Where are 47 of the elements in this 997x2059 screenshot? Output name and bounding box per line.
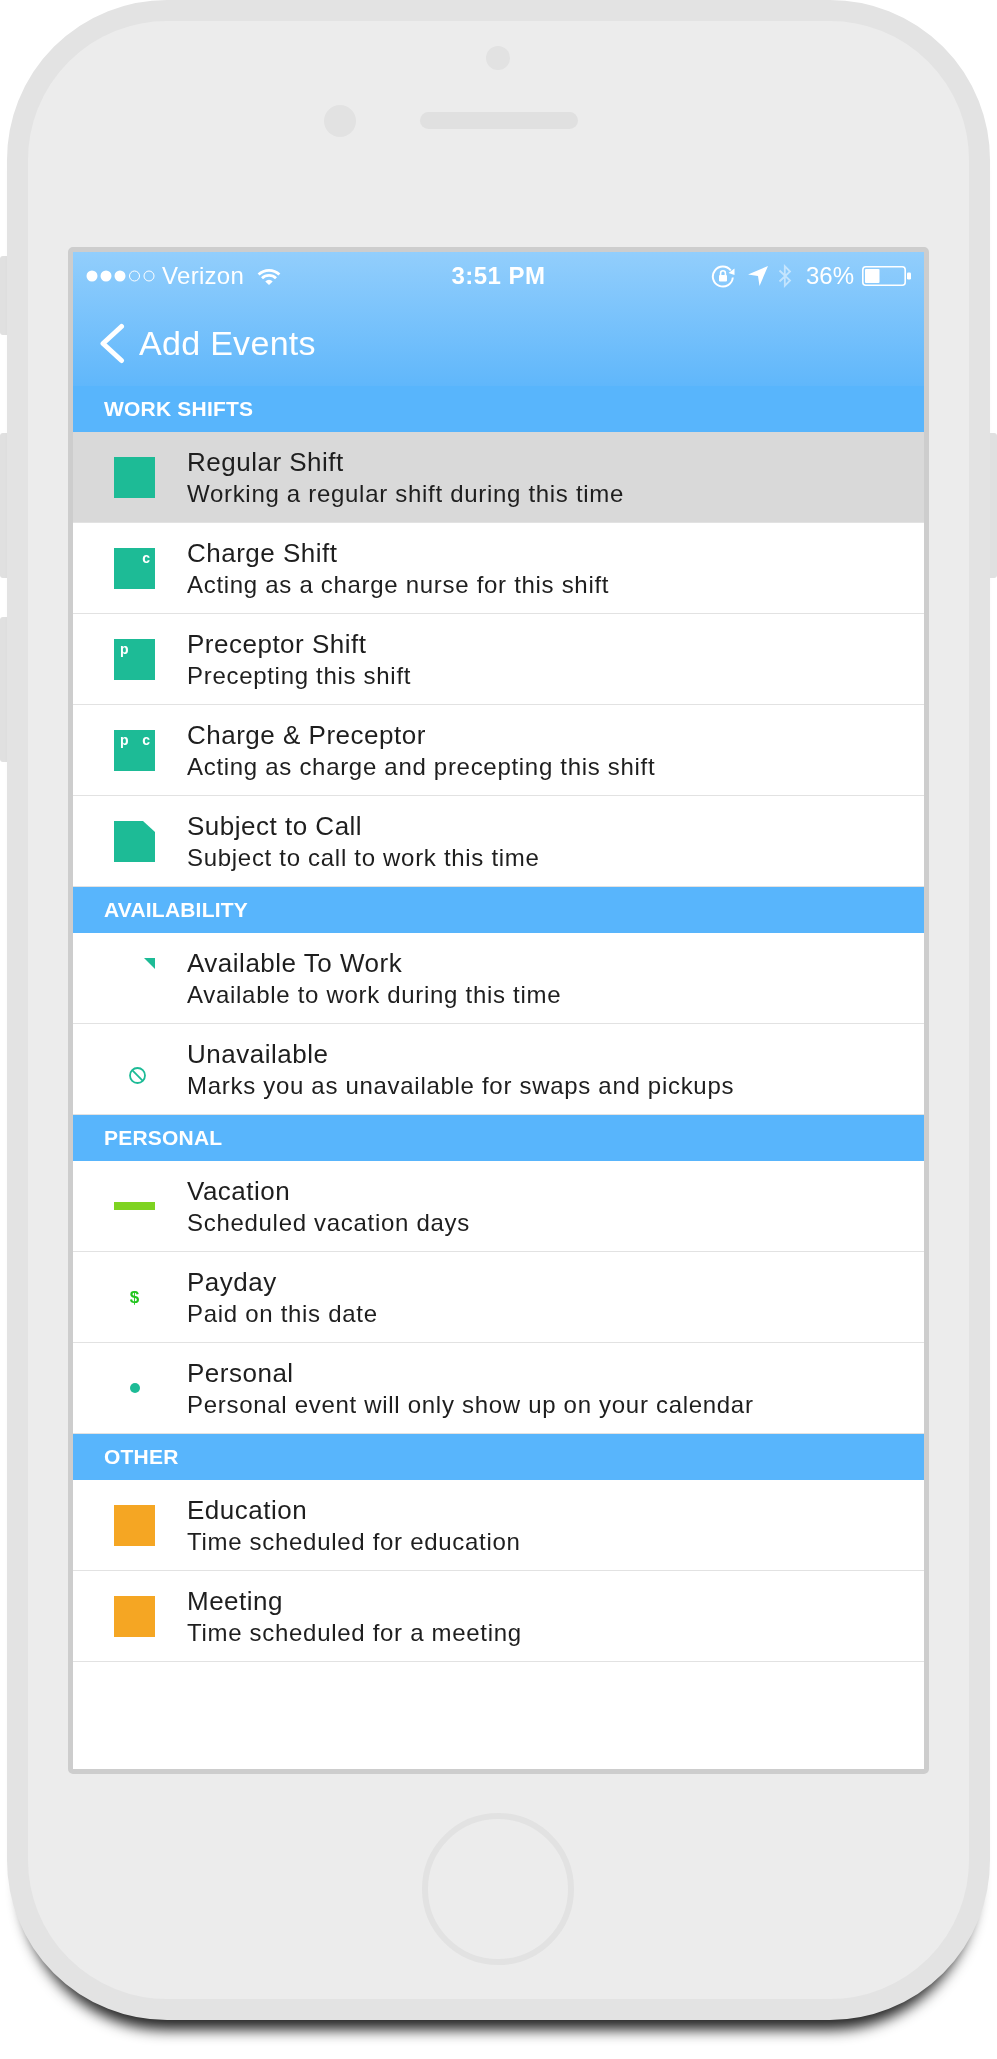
event-description: Precepting this shift (187, 660, 412, 691)
event-title: Education (187, 1493, 309, 1526)
section-header: WORK SHIFTS (73, 386, 924, 432)
section-header: OTHER (73, 1434, 924, 1480)
event-title: Meeting (187, 1584, 284, 1617)
event-title: Unavailable (187, 1037, 330, 1070)
side-button[interactable] (0, 433, 7, 578)
event-title: Subject to Call (187, 809, 364, 842)
clock-time: 3:51 PM (451, 262, 546, 290)
carrier-name: Verizon (162, 262, 245, 290)
letter-square-icon: p (114, 638, 155, 680)
event-description: Personal event will only show up on your calendar (187, 1389, 754, 1420)
chevron-left-icon (98, 322, 125, 364)
letter-square-icon: c (114, 547, 155, 589)
event-description: Marks you as unavailable for swaps and pickups (187, 1070, 735, 1101)
section-header: AVAILABILITY (73, 887, 924, 933)
list-item[interactable]: Regular Shift Working a regular shift during this time (73, 432, 924, 523)
event-description: Scheduled vacation days (187, 1207, 470, 1238)
event-title: Personal (187, 1356, 295, 1389)
battery-icon (862, 266, 911, 286)
event-title: Charge Shift (187, 536, 339, 569)
event-description: Acting as a charge nurse for this shift (187, 569, 610, 600)
side-button[interactable] (990, 433, 997, 578)
bluetooth-icon (777, 264, 792, 288)
dollar-icon: $ (129, 1288, 140, 1306)
event-description: Available to work during this time (187, 979, 562, 1010)
event-description: Acting as charge and precepting this shift (187, 751, 656, 782)
signal-strength-icon (86, 270, 155, 282)
event-description: Time scheduled for education (187, 1526, 521, 1557)
location-arrow-icon (747, 266, 768, 286)
event-title: Vacation (187, 1174, 292, 1207)
side-button[interactable] (0, 617, 7, 762)
event-title: Regular Shift (187, 445, 345, 478)
event-description: Paid on this date (187, 1298, 378, 1329)
event-description: Time scheduled for a meeting (187, 1617, 522, 1648)
event-description: Subject to call to work this time (187, 842, 540, 873)
section-header: PERSONAL (73, 1115, 924, 1161)
event-description: Working a regular shift during this time (187, 478, 625, 509)
event-title: Preceptor Shift (187, 627, 368, 660)
battery-percentage: 36% (805, 262, 854, 290)
wifi-icon (257, 267, 282, 285)
event-title: Charge & Preceptor (187, 718, 427, 751)
side-button[interactable] (0, 256, 7, 335)
rotation-lock-icon (710, 264, 735, 288)
event-title: Payday (187, 1265, 278, 1298)
letter-square-icon: p c (114, 729, 155, 771)
event-title: Available To Work (187, 946, 404, 979)
